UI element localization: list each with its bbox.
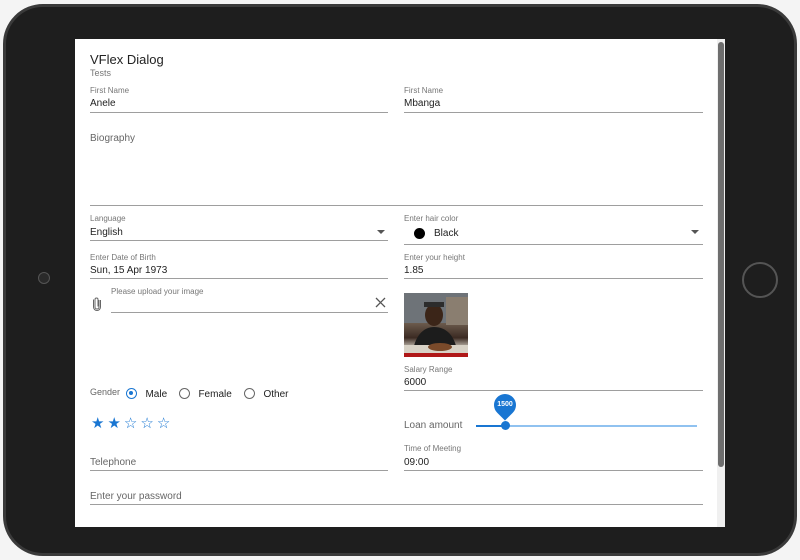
radio-unchecked-icon[interactable] bbox=[244, 388, 255, 399]
height-underline bbox=[404, 278, 703, 279]
gender-option-label: Male bbox=[145, 389, 168, 400]
gender-option-other[interactable]: Other bbox=[244, 386, 288, 404]
camera-icon bbox=[38, 272, 50, 284]
star-outline-icon[interactable]: ☆ bbox=[124, 415, 137, 432]
first-name-right-value[interactable]: Mbanga bbox=[404, 98, 440, 109]
dialog-subtitle: Tests bbox=[90, 68, 112, 78]
gender-option-female[interactable]: Female bbox=[179, 386, 232, 404]
gender-label: Gender bbox=[90, 387, 121, 397]
meeting-label: Time of Meeting bbox=[404, 444, 462, 453]
slider-thumb[interactable] bbox=[501, 421, 510, 430]
dob-underline bbox=[90, 278, 388, 279]
slider-value-text: 1500 bbox=[497, 401, 513, 408]
first-name-left-underline bbox=[90, 112, 388, 113]
color-swatch-icon bbox=[414, 228, 425, 239]
gender-option-label: Female bbox=[198, 389, 232, 400]
slider-track-inactive[interactable] bbox=[505, 425, 697, 427]
dob-value[interactable]: Sun, 15 Apr 1973 bbox=[90, 265, 167, 276]
language-underline bbox=[90, 240, 388, 241]
hair-color-label: Enter hair color bbox=[404, 214, 459, 223]
meeting-underline bbox=[404, 470, 703, 471]
salary-label: Salary Range bbox=[404, 365, 453, 374]
first-name-right-label: First Name bbox=[404, 86, 444, 95]
salary-value[interactable]: 6000 bbox=[404, 377, 426, 388]
hair-color-value: Black bbox=[434, 228, 459, 239]
first-name-left-label: First Name bbox=[90, 86, 130, 95]
height-value[interactable]: 1.85 bbox=[404, 265, 423, 276]
gender-option-label: Other bbox=[263, 389, 289, 400]
dialog-screen: VFlex Dialog Tests First Name Anele Firs… bbox=[75, 39, 725, 527]
telephone-placeholder: Telephone bbox=[90, 457, 137, 468]
password-underline bbox=[90, 504, 703, 505]
biography-placeholder: Biography bbox=[90, 133, 136, 144]
star-rating[interactable]: ★ ★ ☆ ☆ ☆ bbox=[91, 415, 173, 433]
password-placeholder: Enter your password bbox=[90, 491, 182, 502]
first-name-left-value[interactable]: Anele bbox=[90, 98, 116, 109]
slider-value-bubble: 1500 bbox=[489, 389, 521, 421]
height-label: Enter your height bbox=[404, 253, 465, 262]
loan-label: Loan amount bbox=[404, 420, 463, 431]
radio-checked-icon[interactable] bbox=[126, 388, 137, 399]
language-label: Language bbox=[90, 214, 126, 223]
dob-label: Enter Date of Birth bbox=[90, 253, 156, 262]
language-value: English bbox=[90, 227, 123, 238]
uploaded-photo bbox=[404, 293, 468, 357]
home-button[interactable] bbox=[742, 262, 778, 298]
radio-unchecked-icon[interactable] bbox=[179, 388, 190, 399]
upload-underline bbox=[111, 312, 388, 313]
scrollbar-thumb[interactable] bbox=[718, 42, 724, 467]
upload-label: Please upload your image bbox=[111, 287, 204, 296]
close-icon[interactable] bbox=[375, 297, 386, 308]
star-outline-icon[interactable]: ☆ bbox=[157, 415, 170, 432]
star-filled-icon[interactable]: ★ bbox=[91, 415, 104, 432]
first-name-right-underline bbox=[404, 112, 703, 113]
star-filled-icon[interactable]: ★ bbox=[107, 415, 120, 432]
chevron-down-icon[interactable] bbox=[691, 230, 699, 234]
dialog-title: VFlex Dialog bbox=[90, 52, 164, 67]
meeting-value[interactable]: 09:00 bbox=[404, 457, 429, 468]
salary-underline bbox=[404, 390, 703, 391]
biography-underline bbox=[90, 205, 703, 206]
chevron-down-icon[interactable] bbox=[377, 230, 385, 234]
telephone-underline bbox=[90, 470, 388, 471]
star-outline-icon[interactable]: ☆ bbox=[140, 415, 153, 432]
paperclip-icon[interactable] bbox=[92, 296, 102, 312]
gender-option-male[interactable]: Male bbox=[126, 386, 167, 404]
hair-color-underline bbox=[404, 244, 703, 245]
